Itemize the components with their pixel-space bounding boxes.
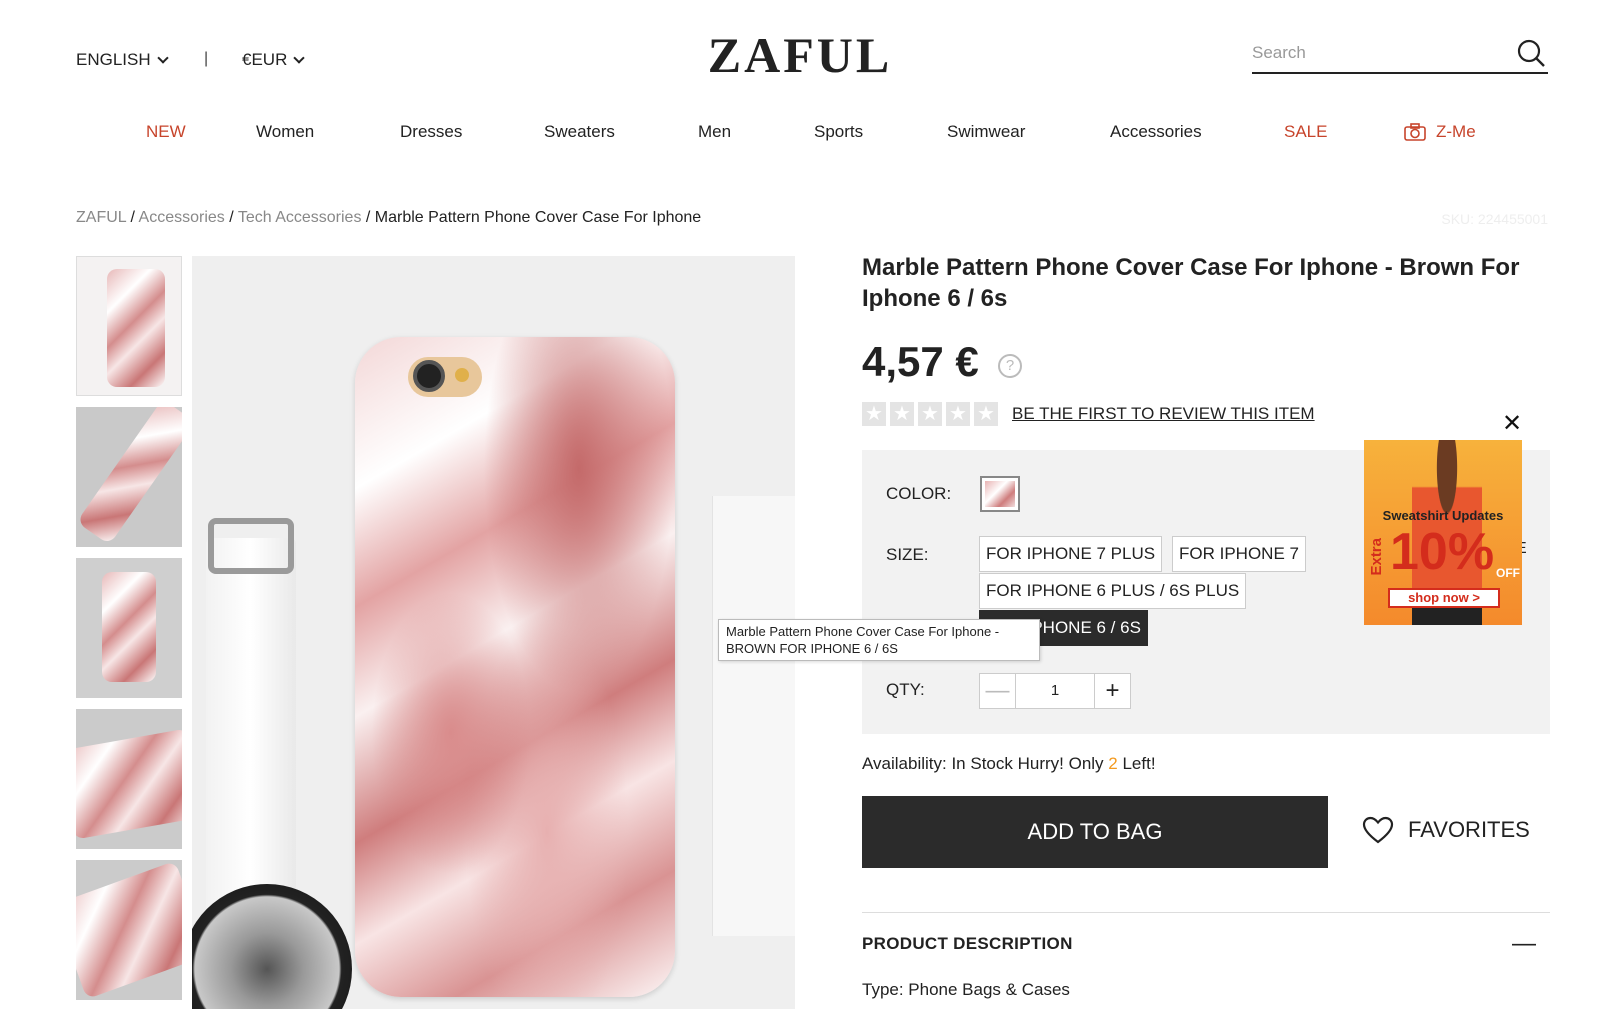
availability-suffix: Left! <box>1117 754 1156 773</box>
thumbnail-case-image <box>102 572 156 682</box>
star-icon <box>918 401 942 426</box>
color-swatch-brown[interactable] <box>980 476 1020 512</box>
breadcrumb-zaful[interactable]: ZAFUL <box>76 209 126 226</box>
thumbnail-2[interactable] <box>76 407 182 547</box>
sku-label: SKU: 224455001 <box>1441 211 1548 227</box>
favorites-label: FAVORITES <box>1408 817 1530 842</box>
nav-item-sports[interactable]: Sports <box>814 122 863 142</box>
qty-minus-button[interactable]: — <box>980 674 1016 708</box>
nav-item-dresses[interactable]: Dresses <box>400 122 462 142</box>
rating-stars <box>862 401 998 426</box>
star-icon <box>862 401 886 426</box>
thumbnail-4[interactable] <box>76 709 182 849</box>
availability: Availability: In Stock Hurry! Only 2 Lef… <box>862 754 1156 774</box>
nav-item-swimwear[interactable]: Swimwear <box>947 122 1025 142</box>
ad-percent: 10% <box>1390 523 1495 581</box>
size-option-iphone-7-plus[interactable]: FOR IPHONE 7 PLUS <box>979 536 1163 572</box>
ad-shop-now-button[interactable]: shop now > <box>1388 588 1500 608</box>
search-input[interactable] <box>1252 36 1502 70</box>
color-label: COLOR: <box>886 484 952 503</box>
search-icon[interactable] <box>1516 38 1546 68</box>
thumbnail-list <box>76 256 182 1009</box>
thumbnail-5[interactable] <box>76 860 182 1000</box>
camera-icon <box>1404 123 1426 141</box>
qty-plus-button[interactable]: + <box>1094 674 1130 708</box>
camera-flash <box>455 368 469 382</box>
main-nav: NEW Women Dresses Sweaters Men Sports Sw… <box>0 122 1600 152</box>
heart-icon <box>1362 816 1394 844</box>
nav-item-sale[interactable]: SALE <box>1284 122 1327 142</box>
nav-item-accessories[interactable]: Accessories <box>1110 122 1202 142</box>
phone-case-image <box>355 337 675 997</box>
search-bar <box>1252 36 1548 74</box>
breadcrumb: ZAFUL / Accessories / Tech Accessories /… <box>76 209 701 227</box>
ad-extra: Extra <box>1368 538 1385 576</box>
star-icon <box>974 401 998 426</box>
quantity-stepper: — 1 + <box>979 673 1131 709</box>
watch-buckle-image <box>208 518 294 574</box>
thumbnail-1[interactable] <box>76 256 182 396</box>
watch-face-image <box>192 884 352 1009</box>
availability-prefix: Availability: In Stock Hurry! Only <box>862 754 1109 773</box>
star-icon <box>890 401 914 426</box>
favorites-button[interactable]: FAVORITES <box>1362 816 1530 844</box>
help-icon[interactable]: ? <box>998 354 1022 378</box>
thumbnail-case-image <box>76 728 182 840</box>
add-to-bag-button[interactable]: ADD TO BAG <box>862 796 1328 868</box>
tooltip-line-2: BROWN FOR IPHONE 6 / 6S <box>726 641 898 656</box>
breadcrumb-accessories[interactable]: Accessories <box>139 209 225 226</box>
thumbnail-3[interactable] <box>76 558 182 698</box>
thumbnail-case-image <box>107 269 165 387</box>
promo-ad[interactable]: Sweatshirt Updates Extra 10% OFF shop no… <box>1364 440 1522 625</box>
thumbnail-case-image <box>76 860 182 1000</box>
thumbnail-case-image <box>76 407 182 545</box>
nav-item-men[interactable]: Men <box>698 122 731 142</box>
product-title: Marble Pattern Phone Cover Case For Ipho… <box>862 254 1520 312</box>
nav-item-z-me-label: Z-Me <box>1436 122 1476 141</box>
product-type: Type: Phone Bags & Cases <box>862 980 1070 999</box>
product-price: 4,57 € <box>862 338 979 385</box>
camera-lens <box>413 360 445 392</box>
ad-off: OFF <box>1496 566 1520 580</box>
size-label: SIZE: <box>886 545 929 564</box>
qty-label: QTY: <box>886 680 925 699</box>
close-icon[interactable]: ✕ <box>1500 412 1524 436</box>
nav-item-z-me[interactable]: Z-Me <box>1404 122 1476 142</box>
site-header: ENGLISH | €EUR ZAFUL <box>0 0 1600 110</box>
nav-item-sweaters[interactable]: Sweaters <box>544 122 615 142</box>
size-option-iphone-7[interactable]: FOR IPHONE 7 <box>1172 536 1306 572</box>
nav-item-women[interactable]: Women <box>256 122 314 142</box>
breadcrumb-sep: / <box>126 209 139 226</box>
nav-item-new[interactable]: NEW <box>146 122 186 142</box>
breadcrumb-sep: / <box>361 209 375 226</box>
availability-count: 2 <box>1108 754 1118 773</box>
swatch-image <box>985 481 1015 507</box>
review-link[interactable]: BE THE FIRST TO REVIEW THIS ITEM <box>1012 404 1315 424</box>
main-product-image[interactable] <box>192 256 795 1009</box>
size-tooltip: Marble Pattern Phone Cover Case For Ipho… <box>718 619 1040 661</box>
product-description-title[interactable]: PRODUCT DESCRIPTION <box>862 934 1073 954</box>
size-option-iphone-6-plus[interactable]: FOR IPHONE 6 PLUS / 6S PLUS <box>979 573 1247 609</box>
ad-title: Sweatshirt Updates <box>1382 508 1504 523</box>
breadcrumb-sep: / <box>224 209 238 226</box>
collapse-icon[interactable]: — <box>1512 930 1536 958</box>
qty-input[interactable]: 1 <box>1016 674 1094 708</box>
box-decoration <box>712 496 795 936</box>
section-divider <box>862 912 1550 913</box>
tooltip-line-1: Marble Pattern Phone Cover Case For Ipho… <box>726 624 1000 639</box>
breadcrumb-current: Marble Pattern Phone Cover Case For Ipho… <box>374 209 702 226</box>
star-icon <box>946 401 970 426</box>
breadcrumb-tech-accessories[interactable]: Tech Accessories <box>238 209 362 226</box>
